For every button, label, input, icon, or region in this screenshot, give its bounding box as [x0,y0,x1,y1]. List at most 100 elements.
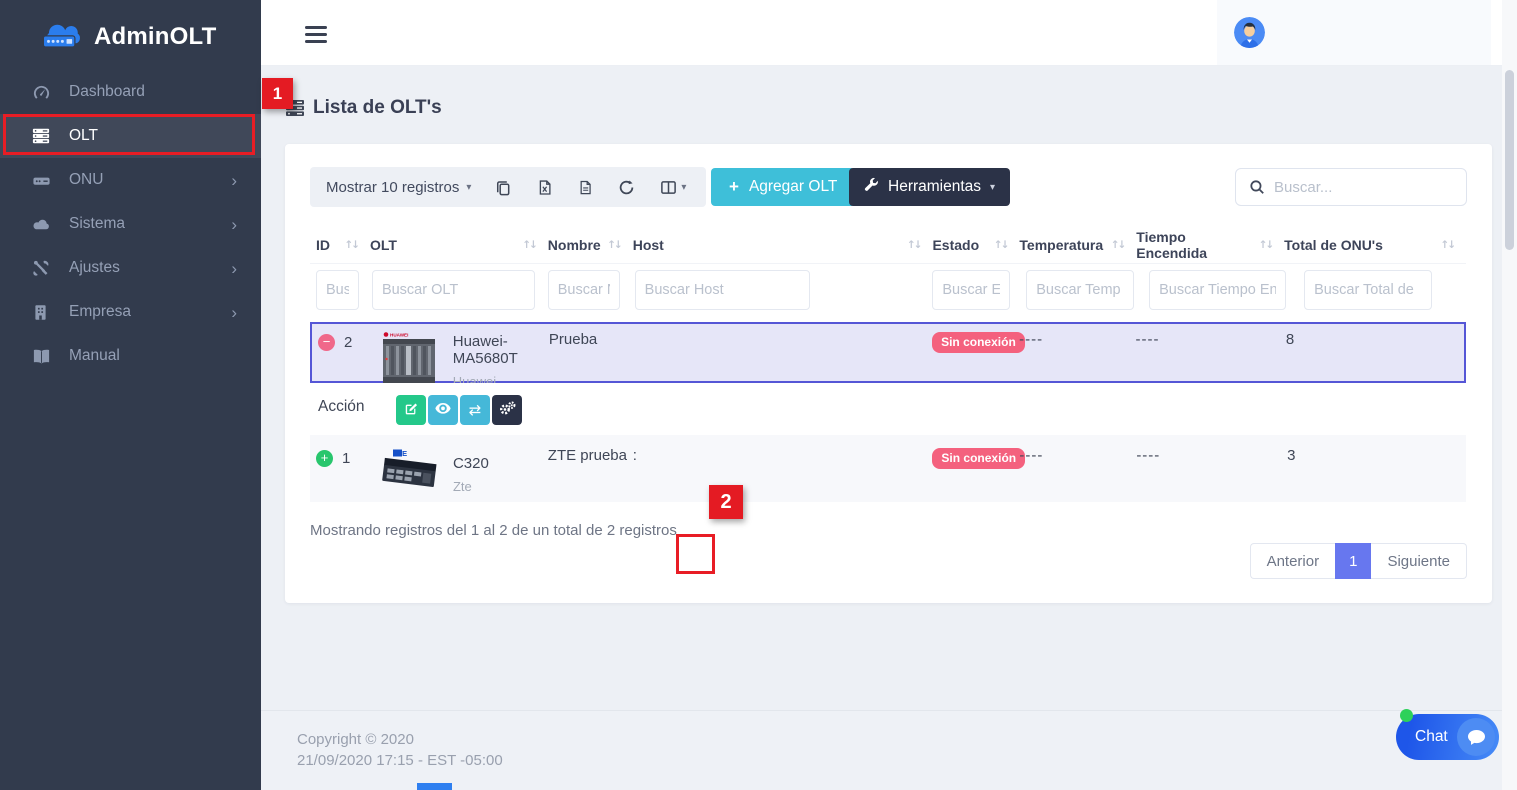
tools-label: Herramientas [888,178,981,196]
filter-temperatura-input[interactable] [1026,270,1134,310]
status-badge: Sin conexión [932,332,1025,353]
excel-export-icon[interactable] [537,179,553,196]
header-temperatura[interactable]: Temperatura↑↓ [1019,237,1136,253]
page-title: Lista de OLT's [285,97,442,119]
host-value: : [633,445,651,464]
host-value [634,329,648,348]
file-export-icon[interactable] [578,179,593,196]
caret-down-icon: ▾ [990,182,995,193]
columns-visibility-icon[interactable]: ▾ [660,179,686,196]
show-entries-dropdown[interactable]: Mostrar 10 registros ▾ [326,179,471,196]
sort-icon: ↑↓ [1259,239,1273,251]
adminolt-app: AdminOLT Dashboard OLT ONU › [0,0,1517,790]
sort-icon: ↑↓ [994,239,1008,251]
filter-total-input[interactable] [1304,270,1432,310]
pagination-prev-button[interactable]: Anterior [1250,543,1336,579]
sidebar-nav: Dashboard OLT ONU › Sistema › [0,70,261,378]
add-olt-button[interactable]: + Agregar OLT [711,168,855,206]
cell-olt: ZTE C320 Zte [370,447,548,498]
collapse-row-icon[interactable]: − [318,334,335,351]
annotation-step-1-badge: 1 [262,78,293,109]
huawei-olt-image: HUAWEI [382,331,438,389]
chevron-right-icon: › [231,216,237,233]
search-input[interactable] [1274,179,1466,196]
page-scrollbar [1502,0,1517,790]
olt-name-block: C320 Zte [453,453,489,498]
cloud-icon [32,215,54,234]
view-olt-button[interactable] [428,395,458,425]
expand-row-icon[interactable]: + [316,450,333,467]
filter-id-input[interactable] [316,270,359,310]
sidebar-item-label: Empresa [69,303,131,321]
server-icon [32,127,54,145]
pagination-next-button[interactable]: Siguiente [1371,543,1467,579]
filter-olt-input[interactable] [372,270,535,310]
chat-widget-button[interactable]: Chat [1396,714,1499,760]
filter-tiempo-input[interactable] [1149,270,1286,310]
header-total-onus[interactable]: Total de ONU's↑↓ [1284,237,1466,253]
nombre-value: Prueba [549,329,597,348]
header-estado[interactable]: Estado↑↓ [932,237,1019,253]
table-row-zte[interactable]: + 1 ZTE [310,435,1466,502]
filter-estado-input[interactable] [932,270,1010,310]
chat-bubble-icon [1457,718,1495,756]
sort-icon: ↑↓ [1440,239,1454,251]
header-id[interactable]: ID↑↓ [316,237,370,253]
header-tiempo-encendida[interactable]: Tiempo Encendida↑↓ [1136,229,1284,261]
temperatura-value: ---- [1019,329,1043,348]
header-host[interactable]: Host↑↓ [633,237,933,253]
filter-host-input[interactable] [635,270,810,310]
plus-icon: + [729,177,739,197]
tools-dropdown-button[interactable]: Herramientas ▾ [849,168,1010,206]
pagination-page-1[interactable]: 1 [1335,543,1371,579]
action-label: Acción [318,398,365,416]
cell-id: + 1 [316,447,370,467]
page-title-text: Lista de OLT's [313,97,442,119]
sort-icon: ↑↓ [344,239,358,251]
tools-icon [32,259,54,277]
export-buttons: ▾ [495,179,686,196]
total-onus-value: 8 [1283,329,1294,348]
scrollbar-thumb[interactable] [1505,70,1514,250]
header-olt[interactable]: OLT↑↓ [370,237,548,253]
sidebar-item-manual[interactable]: Manual [0,334,261,378]
table-filter-row [310,270,1466,314]
chevron-right-icon: › [231,260,237,277]
temperatura-value: ---- [1019,445,1043,464]
sidebar-item-dashboard[interactable]: Dashboard [0,70,261,114]
bottom-edge-element [417,783,452,790]
filter-nombre-input[interactable] [548,270,620,310]
id-value: 2 [344,334,352,351]
user-avatar[interactable] [1234,17,1265,48]
footer-timestamp: 21/09/2020 17:15 - EST -05:00 [297,750,503,771]
chevron-right-icon: › [231,172,237,189]
table-row-huawei[interactable]: − 2 HUAWEI [310,322,1466,383]
nombre-value: ZTE prueba [548,445,627,464]
app-title: AdminOLT [94,23,216,51]
sidebar-item-sistema[interactable]: Sistema › [0,202,261,246]
refresh-icon[interactable] [618,179,635,196]
sidebar-item-onu[interactable]: ONU › [0,158,261,202]
building-icon [32,304,54,321]
sidebar-item-ajustes[interactable]: Ajustes › [0,246,261,290]
hamburger-menu-icon[interactable] [305,26,327,47]
copy-icon[interactable] [495,179,512,196]
eye-icon [435,402,451,418]
sidebar-item-label: Dashboard [69,83,145,101]
sidebar-item-empresa[interactable]: Empresa › [0,290,261,334]
sort-icon: ↑↓ [907,239,921,251]
sidebar-item-label: Sistema [69,215,125,233]
sidebar-item-olt[interactable]: OLT [0,114,261,158]
sort-icon: ↑↓ [522,239,536,251]
edit-pencil-icon [404,402,418,419]
header-nombre[interactable]: Nombre↑↓ [548,237,633,253]
transfer-arrows-button[interactable]: ⇄ [460,395,490,425]
edit-olt-button[interactable] [396,395,426,425]
copyright-text: Copyright © 2020 [297,729,503,750]
swap-arrows-icon: ⇄ [469,401,482,419]
settings-gears-button[interactable] [492,395,522,425]
annotation-box-edit-button [676,534,715,574]
caret-down-icon: ▾ [681,182,686,193]
sort-icon: ↑↓ [607,239,621,251]
cell-id: − 2 [318,331,372,351]
